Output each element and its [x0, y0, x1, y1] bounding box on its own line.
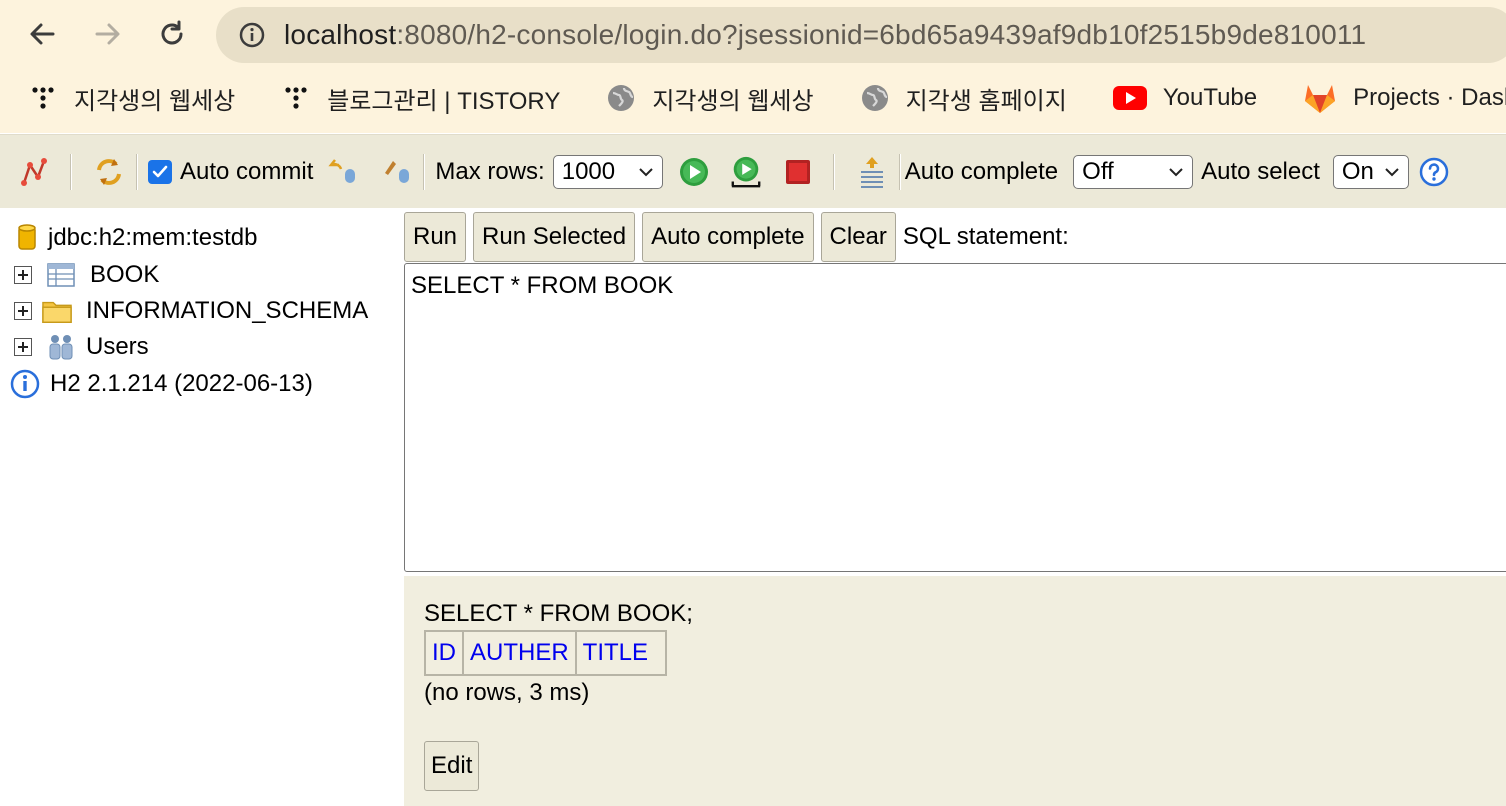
bookmark-item[interactable]: 지각생의 웹세상 [28, 74, 251, 122]
bookmark-label: YouTube [1162, 84, 1258, 111]
bookmark-label: 블로그관리 | TISTORY [327, 87, 561, 115]
expand-icon[interactable] [14, 302, 32, 320]
history-icon[interactable] [855, 155, 889, 189]
auto-select-select[interactable]: On [1332, 154, 1409, 189]
toolbar-separator [423, 153, 426, 190]
bookmark-label: Projects · Dashbo... [1353, 84, 1506, 111]
clear-button[interactable]: Clear [820, 212, 896, 262]
bookmark-label: 지각생의 웹세상 [74, 87, 236, 115]
edit-button[interactable]: Edit [424, 741, 480, 791]
stop-icon[interactable] [781, 155, 815, 189]
expand-icon[interactable] [14, 338, 32, 356]
column-header-id[interactable]: ID [424, 630, 464, 676]
connection-label: jdbc:h2:mem:testdb [48, 224, 258, 251]
site-info-icon[interactable] [238, 21, 266, 49]
auto-select-label: Auto select [1201, 157, 1320, 185]
auto-complete-button[interactable]: Auto complete [642, 212, 814, 262]
auto-commit-checkbox[interactable] [148, 159, 172, 184]
back-button[interactable] [22, 14, 62, 54]
max-rows-select[interactable]: 1000 [552, 154, 663, 189]
info-icon [10, 369, 40, 399]
rollback-icon[interactable] [325, 155, 359, 189]
bookmark-label: 지각생의 웹세상 [652, 87, 814, 115]
bookmark-item[interactable]: YouTube [1112, 74, 1273, 122]
forward-button[interactable] [88, 14, 128, 54]
commit-icon[interactable] [381, 155, 415, 189]
query-toolbar: Run Run Selected Auto complete Clear SQL… [404, 210, 1506, 264]
folder-icon [42, 296, 72, 326]
tree-item-label: Users [86, 333, 149, 360]
tree-item-label: BOOK [90, 261, 160, 288]
tree-item-information-schema[interactable]: INFORMATION_SCHEMA [0, 293, 368, 329]
run-icon[interactable] [677, 155, 711, 189]
auto-select-value: On [1341, 157, 1374, 185]
tistory-dots-icon [28, 83, 58, 113]
bookmark-item[interactable]: 지각생의 웹세상 [606, 74, 829, 122]
gitlab-icon [1303, 83, 1337, 113]
bookmark-item[interactable]: 블로그관리 | TISTORY [281, 74, 576, 122]
refresh-icon[interactable] [92, 155, 126, 189]
bookmark-item[interactable]: 지각생 홈페이지 [860, 74, 1083, 122]
reload-button[interactable] [152, 14, 192, 54]
result-panel: SELECT * FROM BOOK; ID AUTHER TITLE (no … [404, 576, 1506, 806]
toolbar-separator [832, 153, 835, 190]
toolbar-separator [898, 153, 901, 190]
result-status: (no rows, 3 ms) [424, 679, 590, 706]
auto-commit-label: Auto commit [180, 157, 314, 185]
chevron-down-icon [639, 167, 653, 176]
users-icon [46, 332, 76, 362]
sql-text: SELECT * FROM BOOK [411, 272, 674, 299]
run-selected-icon[interactable] [729, 155, 763, 189]
column-header-title[interactable]: TITLE [574, 630, 667, 676]
help-icon[interactable] [1417, 155, 1451, 189]
sql-editor[interactable]: SELECT * FROM BOOK [404, 263, 1506, 572]
browser-chrome: localhost:8080/h2-console/login.do?jsess… [0, 0, 1506, 133]
result-table: ID AUTHER TITLE [424, 630, 667, 676]
youtube-icon [1112, 83, 1147, 113]
disconnect-icon[interactable] [18, 155, 52, 189]
tree-item-label: INFORMATION_SCHEMA [86, 297, 369, 324]
version-label: H2 2.1.214 (2022-06-13) [50, 370, 313, 397]
schema-tree: jdbc:h2:mem:testdb BOOK INFORMATION_SCHE… [0, 210, 400, 806]
max-rows-label: Max rows: [435, 157, 545, 185]
bookmark-item[interactable]: Projects · Dashbo... [1303, 74, 1506, 122]
auto-complete-label: Auto complete [904, 157, 1059, 185]
tree-item-book[interactable]: BOOK [0, 257, 159, 293]
arrow-left-icon [30, 23, 55, 45]
tree-version: H2 2.1.214 (2022-06-13) [0, 366, 313, 402]
result-sql: SELECT * FROM BOOK; [424, 600, 693, 627]
tree-connection[interactable]: jdbc:h2:mem:testdb [0, 220, 257, 256]
url-text[interactable]: localhost:8080/h2-console/login.do?jsess… [284, 19, 1366, 51]
column-header-auther[interactable]: AUTHER [462, 630, 577, 676]
bookmark-label: 지각생 홈페이지 [905, 87, 1067, 115]
address-bar[interactable]: localhost:8080/h2-console/login.do?jsess… [216, 7, 1506, 63]
auto-complete-value: Off [1082, 157, 1114, 185]
sql-statement-label: SQL statement: [902, 223, 1069, 250]
globe-icon [606, 83, 636, 113]
chevron-down-icon [1169, 167, 1183, 176]
table-header-row: ID AUTHER TITLE [424, 630, 667, 676]
tistory-dots-icon [281, 83, 311, 113]
expand-icon[interactable] [14, 266, 32, 284]
table-icon [46, 260, 76, 290]
globe-icon [860, 83, 890, 113]
database-icon [12, 223, 42, 253]
reload-icon [161, 20, 183, 45]
arrow-right-icon [95, 23, 120, 45]
toolbar-separator [70, 153, 72, 190]
chevron-down-icon [1385, 167, 1399, 176]
h2-toolbar: Auto commit Max rows: 1000 Auto complete… [0, 134, 1506, 208]
auto-complete-select[interactable]: Off [1073, 154, 1194, 189]
max-rows-value: 1000 [561, 157, 616, 185]
tree-item-users[interactable]: Users [0, 329, 149, 365]
run-selected-button[interactable]: Run Selected [473, 212, 636, 262]
run-button[interactable]: Run [404, 212, 467, 262]
toolbar-separator [136, 153, 138, 190]
bookmarks-bar: 지각생의 웹세상 블로그관리 | TISTORY 지각생의 웹세상 지각생 홈페… [0, 74, 1506, 122]
